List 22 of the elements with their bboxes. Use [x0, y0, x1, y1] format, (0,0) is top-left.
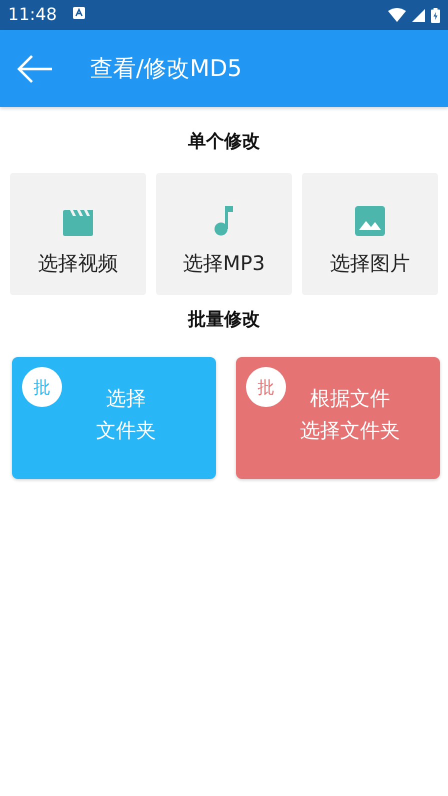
- signal-icon: [412, 8, 425, 22]
- notification-icon: [73, 7, 85, 19]
- media-select-button[interactable]: 选择视频: [10, 173, 146, 295]
- status-time: 11:48: [8, 5, 57, 25]
- image-icon: [355, 206, 385, 236]
- back-button[interactable]: [16, 54, 54, 84]
- batch-label: 选择文件夹: [300, 417, 400, 444]
- batch-label: 选择: [106, 385, 146, 412]
- media-select-button[interactable]: 选择MP3: [156, 173, 292, 295]
- section-title: 单个修改: [187, 131, 261, 153]
- section-title: 批量修改: [186, 309, 261, 331]
- screen-title: 查看/修改MD5: [90, 55, 242, 84]
- music-note-icon: [213, 206, 235, 236]
- batch-badge: 批: [246, 367, 286, 407]
- batch-label: 文件夹: [96, 417, 156, 444]
- media-select-button[interactable]: 选择图片: [302, 173, 438, 295]
- batch-label: 根据文件: [310, 385, 390, 412]
- battery-icon: [431, 8, 440, 22]
- clapperboard-icon: [62, 210, 94, 236]
- back-arrow-icon: [16, 54, 54, 84]
- batch-badge: 批: [22, 367, 62, 407]
- wifi-icon: [388, 8, 406, 22]
